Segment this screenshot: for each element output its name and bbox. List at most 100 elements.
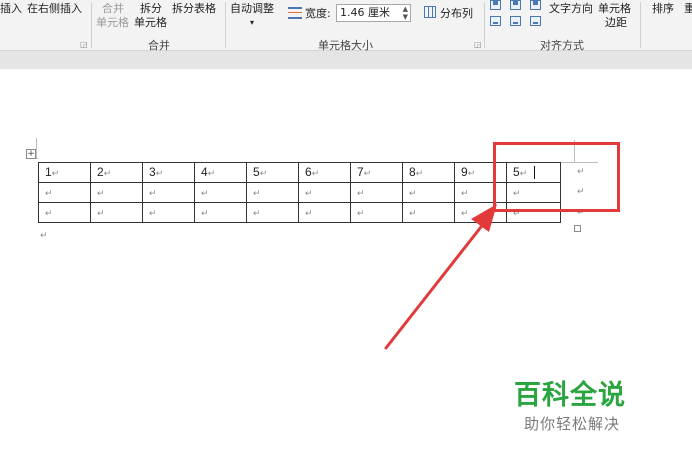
- cell-end-mark: ↵: [467, 168, 476, 178]
- cell-size-launcher-icon[interactable]: ◲: [474, 40, 482, 49]
- align-bottom-right-icon[interactable]: [530, 16, 541, 26]
- cell-end-mark: ↵: [207, 168, 216, 178]
- table-cell[interactable]: 5↵: [246, 162, 299, 183]
- highlight-box: [493, 142, 620, 212]
- cell-end-mark: ↵: [305, 188, 313, 198]
- table-cell[interactable]: ↵: [298, 182, 351, 203]
- column-width-icon: [288, 7, 302, 19]
- cell-end-mark: ↵: [97, 208, 105, 218]
- width-spinner-icon[interactable]: ▲ ▼: [403, 5, 408, 21]
- align-top-left-icon[interactable]: [490, 0, 501, 10]
- autofit-dropdown-icon[interactable]: ▾: [250, 16, 254, 29]
- rows-columns-launcher-icon[interactable]: ◲: [80, 40, 88, 49]
- cell-end-mark: ↵: [409, 208, 417, 218]
- cell-text: 9: [461, 165, 468, 179]
- table-cell[interactable]: ↵: [142, 182, 195, 203]
- cell-end-mark: ↵: [259, 168, 268, 178]
- table-cell[interactable]: ↵: [38, 202, 91, 223]
- table-cell[interactable]: 7↵: [350, 162, 403, 183]
- table-cell[interactable]: ↵: [402, 182, 455, 203]
- table-row: ↵ ↵ ↵ ↵ ↵ ↵ ↵ ↵ ↵ ↵: [38, 182, 561, 203]
- cell-end-mark: ↵: [201, 208, 209, 218]
- table-cell[interactable]: ↵: [298, 202, 351, 223]
- table-cell[interactable]: ↵: [38, 182, 91, 203]
- table-cell[interactable]: 4↵: [194, 162, 247, 183]
- table-cell[interactable]: ↵: [90, 182, 143, 203]
- cell-end-mark: ↵: [357, 208, 365, 218]
- cell-end-mark: ↵: [305, 208, 313, 218]
- insert-right-button[interactable]: 在右侧插入: [27, 2, 82, 15]
- cell-end-mark: ↵: [357, 188, 365, 198]
- autofit-button[interactable]: 自动调整: [230, 2, 274, 15]
- align-top-center-icon[interactable]: [510, 0, 521, 10]
- align-bottom-center-icon[interactable]: [510, 16, 521, 26]
- table-cell[interactable]: ↵: [194, 202, 247, 223]
- width-input[interactable]: 1.46 厘米 ▲ ▼: [336, 4, 411, 22]
- table-cell[interactable]: ↵: [402, 202, 455, 223]
- table-cell[interactable]: ↵: [90, 202, 143, 223]
- watermark-subtitle: 助你轻松解决: [524, 415, 621, 433]
- cell-end-mark: ↵: [311, 168, 320, 178]
- merge-cells-button-top[interactable]: 合并: [102, 2, 124, 15]
- table-cell[interactable]: 6↵: [298, 162, 351, 183]
- group-separator: [484, 2, 485, 48]
- table-resize-handle[interactable]: [574, 225, 581, 232]
- cell-end-mark: ↵: [409, 188, 417, 198]
- cell-text: 8: [409, 165, 416, 179]
- table-cell[interactable]: ↵: [142, 202, 195, 223]
- distribute-columns-button[interactable]: 分布列: [440, 7, 473, 20]
- cell-text: 5: [253, 165, 260, 179]
- table-cell[interactable]: 1↵: [38, 162, 91, 183]
- cell-end-mark: ↵: [149, 208, 157, 218]
- cell-end-mark: ↵: [415, 168, 424, 178]
- distribute-columns-icon: [424, 6, 436, 18]
- table-cell[interactable]: ↵: [350, 202, 403, 223]
- table-cell[interactable]: ↵: [246, 182, 299, 203]
- group-separator: [225, 2, 226, 48]
- ribbon-toolbar: 插入 在右侧插入 ◲ 合并 单元格 拆分 单元格 拆分表格 合并 自动调整 ▾ …: [0, 0, 692, 52]
- group-separator: [91, 2, 92, 48]
- watermark-title: 百科全说: [514, 380, 626, 411]
- cell-end-mark: ↵: [51, 168, 60, 178]
- repeat-header-button[interactable]: 重: [684, 2, 692, 15]
- cell-text: 6: [305, 165, 312, 179]
- align-bottom-left-icon[interactable]: [490, 16, 501, 26]
- cell-margins-button-top[interactable]: 单元格: [598, 2, 631, 15]
- sort-button[interactable]: 排序: [652, 2, 674, 15]
- cell-text: 4: [201, 165, 208, 179]
- cell-end-mark: ↵: [253, 208, 261, 218]
- group-separator: [640, 2, 641, 48]
- width-label: 宽度:: [305, 7, 331, 20]
- cell-end-mark: ↵: [461, 208, 469, 218]
- table-cell[interactable]: 2↵: [90, 162, 143, 183]
- table-cell[interactable]: 8↵: [402, 162, 455, 183]
- cell-text: 2: [97, 165, 104, 179]
- split-cells-button-top[interactable]: 拆分: [140, 2, 162, 15]
- cell-text: 1: [45, 165, 52, 179]
- cell-end-mark: ↵: [155, 168, 164, 178]
- document-table: 1↵ 2↵ 3↵ 4↵ 5↵ 6↵ 7↵ 8↵ 9↵ 5↵ ↵ ↵ ↵ ↵ ↵ ↵ ↵ ↵ ↵ ↵ ↵ ↵ ↵ ↵ ↵ ↵ ↵ ↵ ↵ ↵: [38, 162, 561, 223]
- paragraph-mark: ↵: [40, 231, 48, 241]
- cell-end-mark: ↵: [45, 208, 53, 218]
- cell-end-mark: ↵: [149, 188, 157, 198]
- page-corner-mark: [36, 138, 37, 158]
- table-move-handle-icon[interactable]: +: [26, 149, 36, 159]
- table-row: ↵ ↵ ↵ ↵ ↵ ↵ ↵ ↵ ↵ ↵: [38, 202, 561, 223]
- cell-end-mark: ↵: [103, 168, 112, 178]
- insert-left-button[interactable]: 插入: [0, 2, 22, 15]
- align-top-right-icon[interactable]: [530, 0, 541, 10]
- split-table-button[interactable]: 拆分表格: [172, 2, 216, 15]
- text-direction-button[interactable]: 文字方向: [549, 2, 593, 15]
- cell-end-mark: ↵: [253, 188, 261, 198]
- table-cell[interactable]: ↵: [246, 202, 299, 223]
- split-cells-button-bottom[interactable]: 单元格: [134, 16, 167, 29]
- ruler-area: [0, 51, 692, 69]
- cell-end-mark: ↵: [461, 188, 469, 198]
- table-cell[interactable]: ↵: [350, 182, 403, 203]
- cell-margins-button-bottom[interactable]: 边距: [605, 16, 627, 29]
- table-cell[interactable]: ↵: [194, 182, 247, 203]
- table-cell[interactable]: 3↵: [142, 162, 195, 183]
- cell-end-mark: ↵: [363, 168, 372, 178]
- merge-cells-button-bottom[interactable]: 单元格: [96, 16, 129, 29]
- cell-end-mark: ↵: [45, 188, 53, 198]
